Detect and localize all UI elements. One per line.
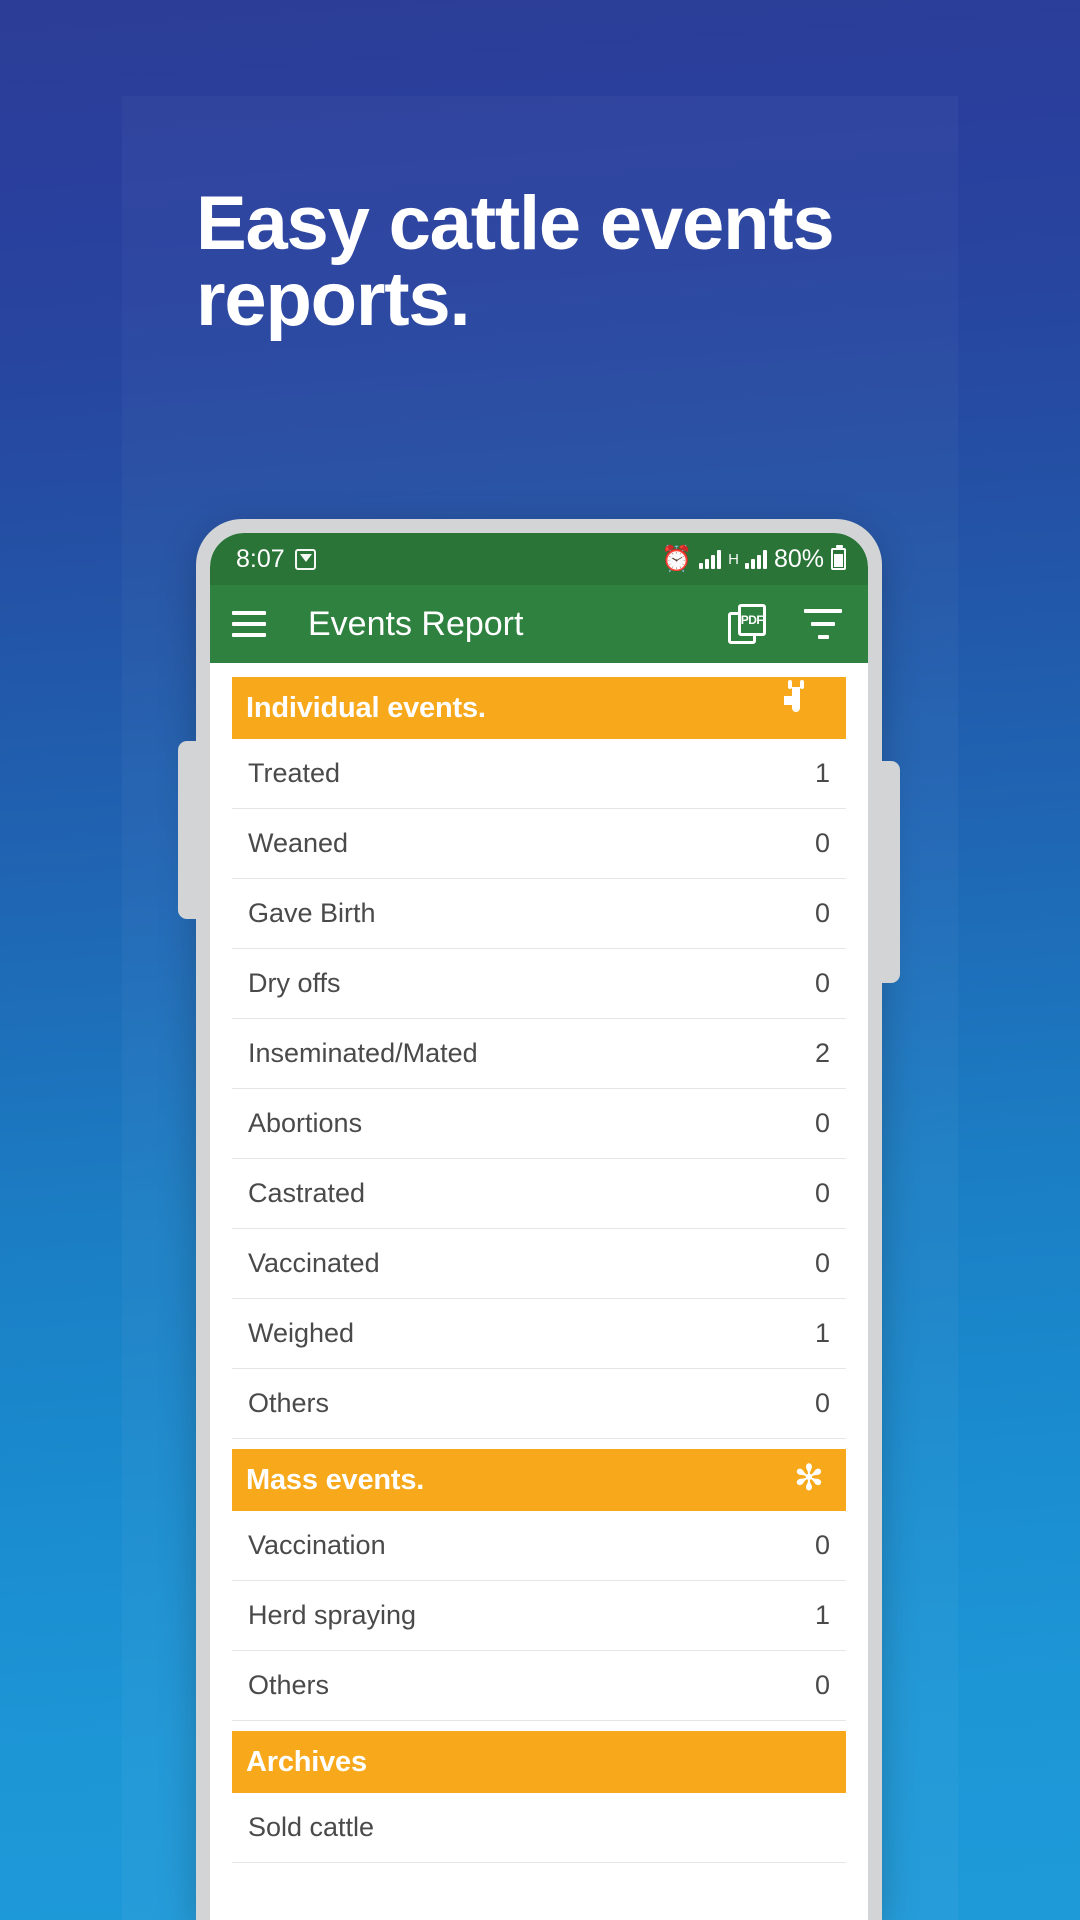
promo-headline: Easy cattle events reports. xyxy=(196,186,936,338)
row-label: Others xyxy=(248,1670,330,1700)
row-value: 0 xyxy=(814,1178,830,1208)
section-title: Archives xyxy=(246,1745,367,1778)
row-label: Castrated xyxy=(248,1178,366,1208)
table-row[interactable]: Weaned 0 xyxy=(232,809,846,879)
signal-bars-icon-1 xyxy=(699,549,722,569)
section-mass-events: Mass events. ✻ Vaccination 0 Herd sprayi… xyxy=(210,1449,868,1721)
snowflake-icon: ✻ xyxy=(793,1457,825,1498)
section-rows: Treated 1 Weaned 0 Gave Birth 0 Dry offs… xyxy=(232,739,846,1439)
section-archives: Archives Sold cattle xyxy=(210,1731,868,1863)
report-content: Individual events. Treated 1 Weaned 0 Ga… xyxy=(210,663,868,1920)
volume-button[interactable] xyxy=(178,741,200,919)
pdf-icon-front-page: PDF xyxy=(738,604,766,636)
table-row[interactable]: Others 0 xyxy=(232,1651,846,1721)
section-header[interactable]: Mass events. ✻ xyxy=(232,1449,846,1511)
row-value: 1 xyxy=(814,1318,830,1348)
row-value: 1 xyxy=(814,1600,830,1630)
row-value: 0 xyxy=(814,828,830,858)
row-label: Herd spraying xyxy=(248,1600,417,1630)
row-value: 0 xyxy=(814,1670,830,1700)
row-label: Weaned xyxy=(248,828,349,858)
row-label: Treated xyxy=(248,758,341,788)
row-label: Sold cattle xyxy=(248,1812,375,1842)
app-bar-actions: PDF xyxy=(728,604,842,644)
status-bar: 8:07 ⏰ H 80% xyxy=(210,533,868,585)
page-title: Events Report xyxy=(308,604,524,643)
section-title: Mass events. xyxy=(246,1463,425,1496)
section-title: Individual events. xyxy=(246,691,486,724)
download-badge-icon xyxy=(294,548,316,570)
alarm-icon: ⏰ xyxy=(660,544,693,573)
row-value: 0 xyxy=(814,968,830,998)
row-value: 1 xyxy=(814,758,830,788)
row-label: Abortions xyxy=(248,1108,363,1138)
table-row[interactable]: Castrated 0 xyxy=(232,1159,846,1229)
status-bar-right: ⏰ H 80% xyxy=(661,545,846,574)
phone-mockup: 8:07 ⏰ H 80% Events Report PDF Individua… xyxy=(178,519,900,1920)
section-rows: Vaccination 0 Herd spraying 1 Others 0 xyxy=(232,1511,846,1721)
row-value: 0 xyxy=(814,1108,830,1138)
table-row[interactable]: Vaccination 0 xyxy=(232,1511,846,1581)
table-row[interactable]: Sold cattle xyxy=(232,1793,846,1863)
row-label: Gave Birth xyxy=(248,898,376,928)
section-individual-events: Individual events. Treated 1 Weaned 0 Ga… xyxy=(210,677,868,1439)
row-label: Inseminated/Mated xyxy=(248,1038,478,1068)
table-row[interactable]: Abortions 0 xyxy=(232,1089,846,1159)
row-label: Vaccination xyxy=(248,1530,386,1560)
promo-headline-line-2: reports. xyxy=(196,257,471,342)
table-row[interactable]: Gave Birth 0 xyxy=(232,879,846,949)
table-row[interactable]: Others 0 xyxy=(232,1369,846,1439)
row-value: 0 xyxy=(814,1388,830,1418)
menu-icon[interactable] xyxy=(232,611,266,637)
table-row[interactable]: Treated 1 xyxy=(232,739,846,809)
row-value: 0 xyxy=(814,898,830,928)
filter-icon[interactable] xyxy=(804,609,842,639)
row-value: 0 xyxy=(814,1530,830,1560)
archive-box-icon xyxy=(792,1745,826,1779)
promo-headline-line-1: Easy cattle events xyxy=(196,181,835,266)
table-row[interactable]: Vaccinated 0 xyxy=(232,1229,846,1299)
row-label: Weighed xyxy=(248,1318,355,1348)
table-row[interactable]: Inseminated/Mated 2 xyxy=(232,1019,846,1089)
phone-screen: 8:07 ⏰ H 80% Events Report PDF Individua… xyxy=(210,533,868,1920)
table-row[interactable]: Weighed 1 xyxy=(232,1299,846,1369)
row-value: 2 xyxy=(814,1038,830,1068)
app-bar: Events Report PDF xyxy=(210,585,868,663)
status-bar-time: 8:07 xyxy=(236,544,285,573)
pdf-export-icon[interactable]: PDF xyxy=(728,604,766,644)
row-label: Vaccinated xyxy=(248,1248,380,1278)
network-type-label: H xyxy=(728,550,739,568)
calendar-icon xyxy=(788,680,826,725)
section-header[interactable]: Archives xyxy=(232,1731,846,1793)
signal-bars-icon-2 xyxy=(744,549,767,569)
row-value: 0 xyxy=(814,1248,830,1278)
section-header[interactable]: Individual events. xyxy=(232,677,846,739)
row-label: Dry offs xyxy=(248,968,341,998)
row-label: Others xyxy=(248,1388,330,1418)
status-bar-left: 8:07 xyxy=(236,545,316,574)
section-rows: Sold cattle xyxy=(232,1793,846,1863)
battery-percent-label: 80% xyxy=(773,544,824,573)
battery-charging-icon xyxy=(831,545,846,570)
power-button[interactable] xyxy=(878,761,900,983)
table-row[interactable]: Dry offs 0 xyxy=(232,949,846,1019)
table-row[interactable]: Herd spraying 1 xyxy=(232,1581,846,1651)
